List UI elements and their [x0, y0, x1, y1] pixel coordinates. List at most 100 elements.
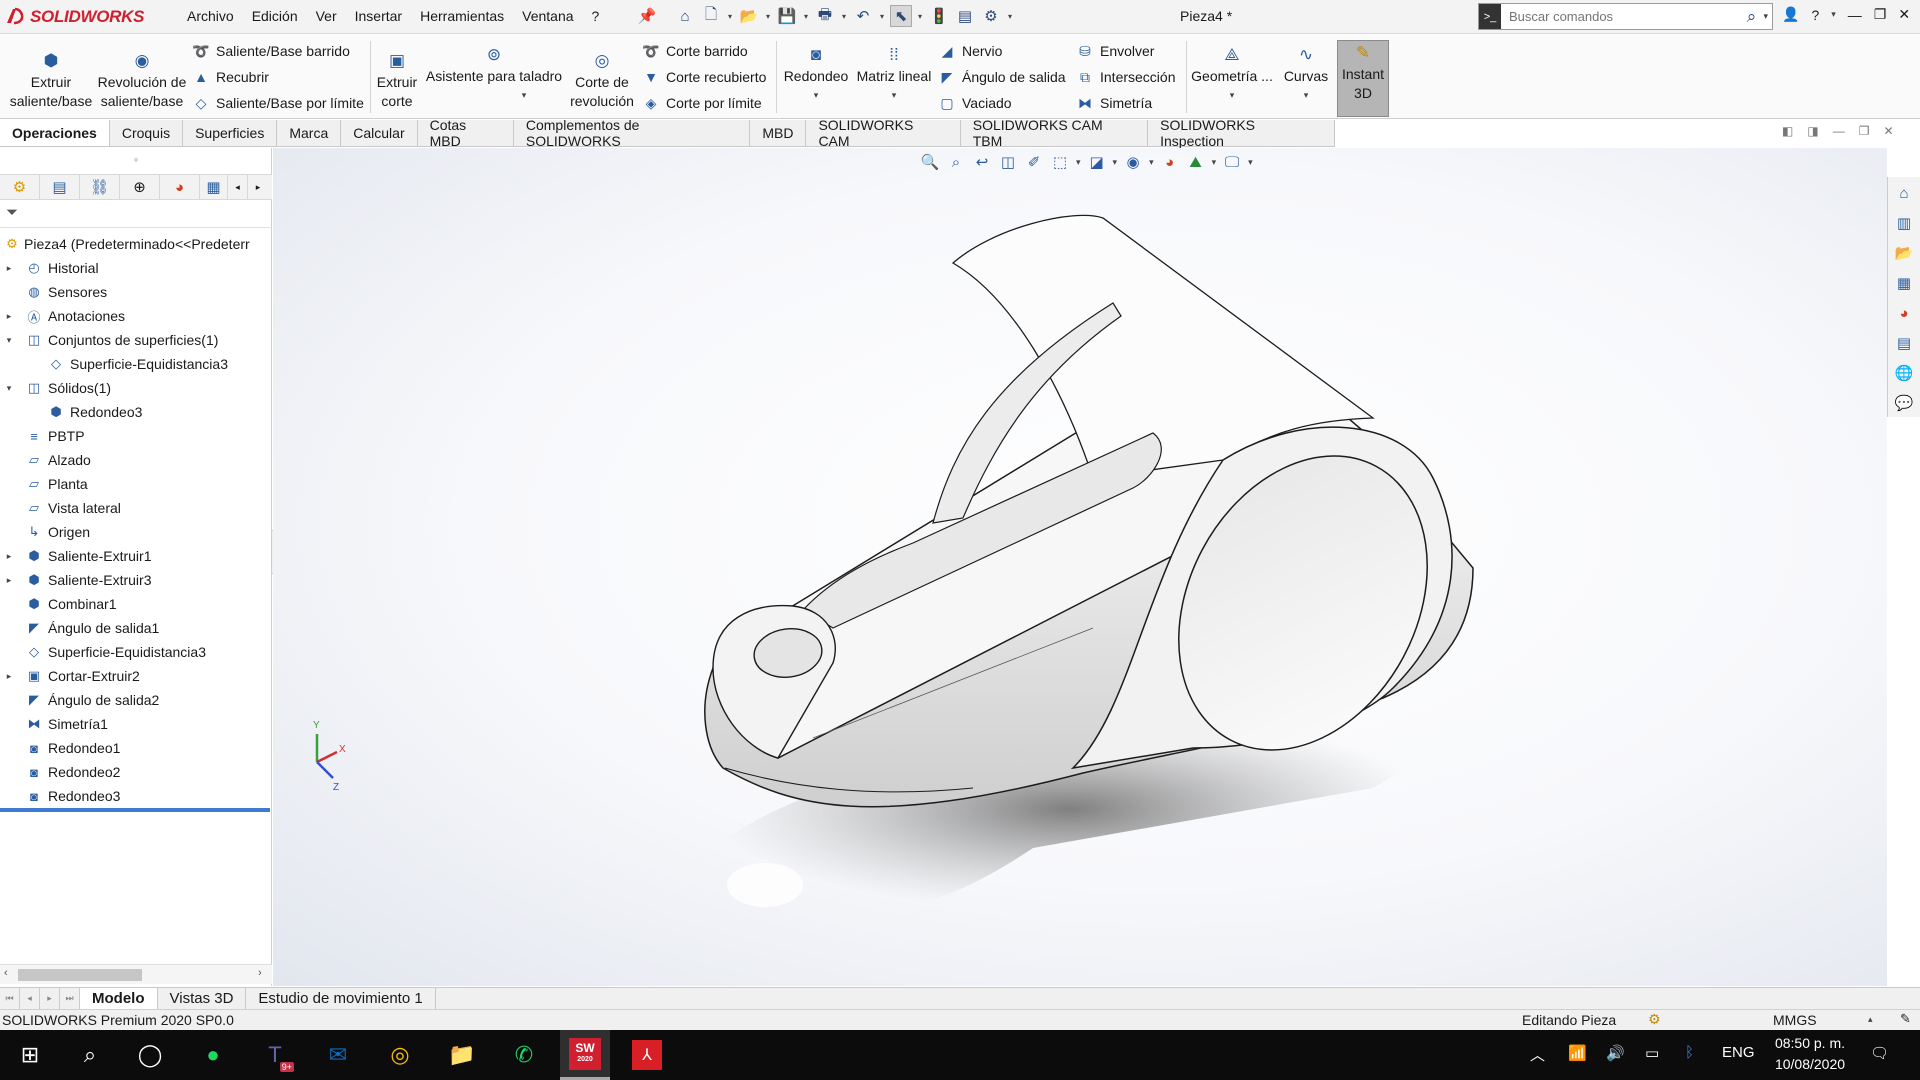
tree-item[interactable]: ▱ Vista lateral [0, 496, 272, 520]
select-dropdown-icon[interactable]: ▾ [916, 5, 924, 27]
feature-manager-tab-icon[interactable]: ⚙ [0, 175, 40, 199]
zoom-to-area-icon[interactable]: ⌕ [946, 154, 966, 171]
rebuild-icon[interactable]: 🚦 [928, 5, 950, 27]
boundary-cut-button[interactable]: ◈ Corte por límite [642, 92, 762, 114]
tree-item[interactable]: ↳ Origen [0, 520, 272, 544]
cam-manager-tab-icon[interactable]: ▦ [200, 175, 228, 199]
revolve-boss-button[interactable]: ◉ Revolución de saliente/base [96, 49, 188, 111]
lofted-cut-button[interactable]: ▼ Corte recubierto [642, 66, 766, 88]
tab-calcular[interactable]: Calcular [341, 120, 418, 146]
pin-menu-icon[interactable]: 📌 [636, 5, 658, 27]
display-style-icon[interactable]: ◪ [1087, 153, 1107, 171]
tab-solidworks-cam[interactable]: SOLIDWORKS CAM [806, 117, 961, 149]
tab-estudio-movimiento[interactable]: Estudio de movimiento 1 [246, 988, 436, 1009]
action-center-icon[interactable]: 🗨 [1870, 1044, 1889, 1062]
display-style-dropdown-icon[interactable]: ▾ [1113, 157, 1118, 168]
shell-button[interactable]: ▢ Vaciado [938, 92, 1011, 114]
tree-item[interactable]: ▸ Ⓐ Anotaciones [0, 304, 272, 328]
tree-root[interactable]: ⚙ Pieza4 (Predeterminado<<Predeterr [0, 232, 272, 256]
acrobat-icon[interactable]: ⅄ [622, 1030, 672, 1080]
solidworks-forum-icon[interactable]: 🌐 [1890, 359, 1918, 387]
clock-date[interactable]: 10/08/2020 [1770, 1056, 1850, 1072]
new-dropdown-icon[interactable]: ▾ [726, 5, 734, 27]
tab-superficies[interactable]: Superficies [183, 120, 278, 146]
loft-button[interactable]: ▲ Recubrir [192, 66, 269, 88]
view-palette-icon[interactable]: ▦ [1890, 269, 1918, 297]
boundary-boss-button[interactable]: ◇ Saliente/Base por límite [192, 92, 364, 114]
tab-solidworks-cam-tbm[interactable]: SOLIDWORKS CAM TBM [961, 117, 1149, 149]
new-document-icon[interactable]: 🗋 [700, 5, 722, 27]
revolve-cut-button[interactable]: ◎ Corte de revolución [566, 49, 638, 111]
tab-cotas-mbd[interactable]: Cotas MBD [418, 117, 514, 149]
appearances-icon[interactable]: ◕ [1890, 299, 1918, 327]
display-manager-tab-icon[interactable]: ◕ [160, 175, 200, 199]
help-icon[interactable]: ? [1811, 7, 1819, 23]
edit-appearance-icon[interactable]: ◕ [1160, 154, 1180, 171]
wifi-icon[interactable]: 📶 [1568, 1044, 1587, 1062]
tab-croquis[interactable]: Croquis [110, 120, 184, 146]
close-icon[interactable]: ✕ [1898, 6, 1910, 23]
tree-item[interactable]: ▾ ◫ Sólidos(1) [0, 376, 272, 400]
tab-operaciones[interactable]: Operaciones [0, 120, 110, 146]
user-account-icon[interactable]: 👤 [1782, 6, 1799, 23]
print-icon[interactable]: 🖶 [814, 5, 836, 27]
graphics-area[interactable]: Y X Z [273, 148, 1887, 986]
next-tab-icon[interactable]: ▸ [40, 988, 60, 1009]
geometry-dropdown-icon[interactable]: ▾ [1230, 86, 1235, 105]
clock-time[interactable]: 08:50 p. m. [1770, 1035, 1850, 1051]
file-explorer-icon[interactable]: 📂 [1890, 239, 1918, 267]
minimize-icon[interactable]: — [1848, 7, 1862, 23]
command-search[interactable]: >_ ⌕ ▾ [1478, 3, 1773, 30]
tree-item[interactable]: ⬢ Combinar1 [0, 592, 272, 616]
intersect-button[interactable]: ⧉ Intersección [1076, 66, 1175, 88]
open-folder-icon[interactable]: 📂 [738, 5, 760, 27]
instant3d-button[interactable]: ✎ Instant 3D [1337, 40, 1389, 117]
outlook-icon[interactable]: ✉ [313, 1030, 363, 1080]
search-input[interactable] [1501, 9, 1740, 24]
tab-solidworks-inspection[interactable]: SOLIDWORKS Inspection [1148, 117, 1335, 149]
apply-scene-dropdown-icon[interactable]: ▾ [1212, 157, 1217, 168]
open-dropdown-icon[interactable]: ▾ [764, 5, 772, 27]
file-explorer-taskbar-icon[interactable]: 📁 [437, 1030, 487, 1080]
configuration-manager-tab-icon[interactable]: ⛓ [80, 175, 120, 199]
tree-item[interactable]: ▸ ◴ Historial [0, 256, 272, 280]
tree-item[interactable]: ▸ ▣ Cortar-Extruir2 [0, 664, 272, 688]
menu-ver[interactable]: Ver [307, 8, 346, 24]
swept-cut-button[interactable]: ➰ Corte barrido [642, 40, 747, 62]
options-gear-icon[interactable]: ⚙ [980, 5, 1002, 27]
save-dropdown-icon[interactable]: ▾ [802, 5, 810, 27]
expand-arrow-icon[interactable]: ▸ [2, 671, 16, 682]
tab-modelo[interactable]: Modelo [80, 988, 158, 1009]
expand-arrow-icon[interactable]: ▸ [2, 311, 16, 322]
rollback-bar[interactable] [0, 808, 270, 812]
collapse-arrow-icon[interactable]: ▾ [2, 383, 16, 394]
doc-minimize-icon[interactable]: — [1833, 124, 1845, 138]
dynamic-annotation-icon[interactable]: ✐ [1024, 153, 1044, 171]
undo-icon[interactable]: ↶ [852, 5, 874, 27]
tree-item[interactable]: ⬢ Redondeo3 [0, 400, 272, 424]
print-dropdown-icon[interactable]: ▾ [840, 5, 848, 27]
tree-item[interactable]: ◙ Redondeo3 [0, 784, 272, 808]
expand-arrow-icon[interactable]: ▸ [2, 575, 16, 586]
linear-pattern-button[interactable]: ⁞⁞ Matriz lineal ▾ [854, 43, 934, 105]
hole-wizard-button[interactable]: ⊚ Asistente para taladro ▾ [424, 43, 564, 105]
tree-item[interactable]: ◙ Redondeo2 [0, 760, 272, 784]
tree-filter[interactable]: ⏷ [0, 200, 272, 228]
curves-dropdown-icon[interactable]: ▾ [1304, 86, 1309, 105]
teams-icon[interactable]: T 9+ [250, 1030, 300, 1080]
task-view-icon[interactable]: ◯ [125, 1030, 175, 1080]
windows-start-icon[interactable]: ⊞ [5, 1030, 55, 1080]
save-icon[interactable]: 💾 [776, 5, 798, 27]
swept-boss-button[interactable]: ➰ Saliente/Base barrido [192, 40, 350, 62]
linear-pattern-dropdown-icon[interactable]: ▾ [892, 86, 897, 105]
last-tab-icon[interactable]: ⏭ [60, 988, 80, 1009]
spotify-icon[interactable]: ● [188, 1030, 238, 1080]
tree-item[interactable]: ▱ Alzado [0, 448, 272, 472]
hide-show-items-icon[interactable]: ◉ [1123, 153, 1143, 171]
menu-ventana[interactable]: Ventana [513, 8, 582, 24]
view-orientation-icon[interactable]: ⬚ [1050, 153, 1070, 171]
unit-system[interactable]: MMGS [1773, 1012, 1817, 1028]
show-hidden-icons-icon[interactable]: ︿ [1530, 1044, 1545, 1065]
chrome-icon[interactable]: ◎ [375, 1030, 425, 1080]
tree-item[interactable]: ≡ PBTP [0, 424, 272, 448]
